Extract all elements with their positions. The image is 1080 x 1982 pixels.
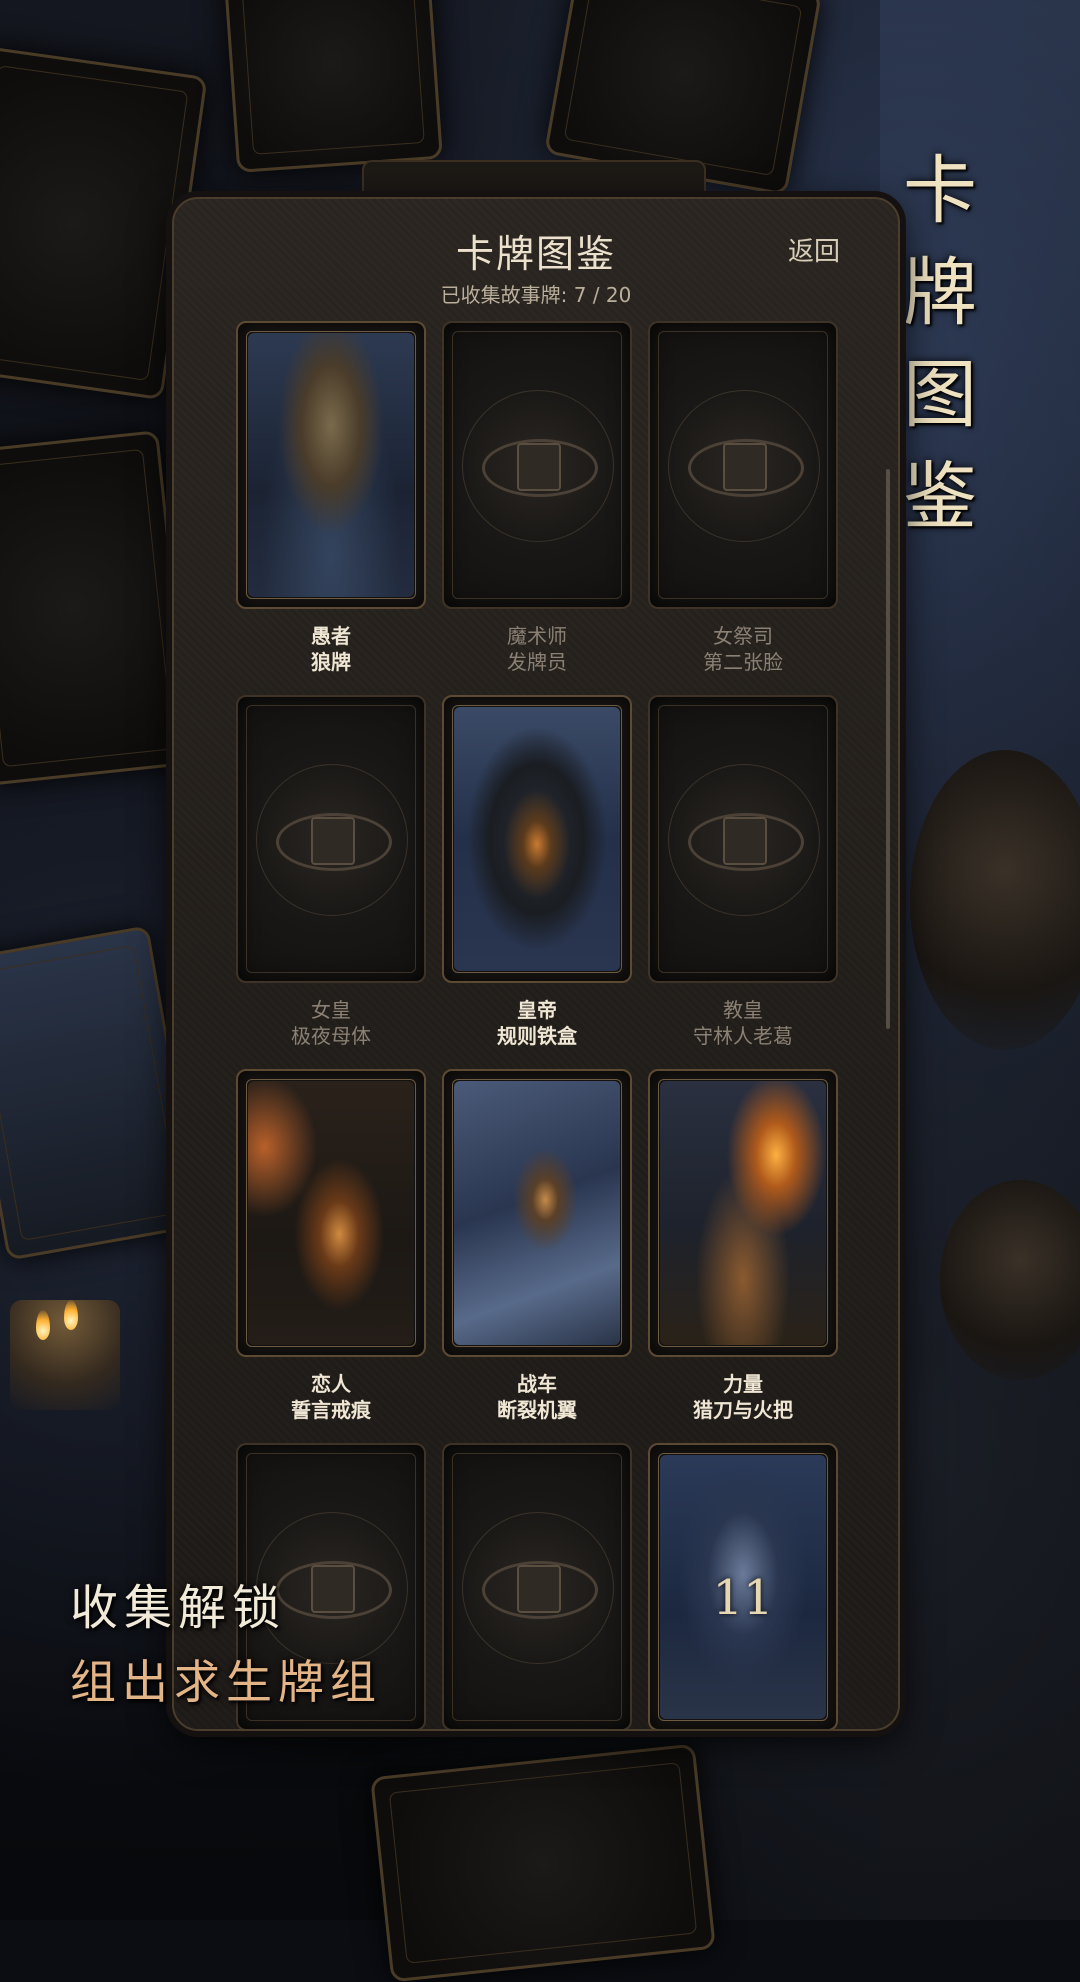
card-chariot[interactable]	[442, 1069, 632, 1357]
card-back-box-icon	[311, 817, 355, 865]
card-subtitle: 守林人老葛	[693, 1024, 793, 1048]
side-title-char: 牌	[903, 250, 977, 336]
promo-line-1: 收集解锁	[70, 1580, 287, 1636]
background-card	[370, 1743, 716, 1982]
card-name: 女皇	[311, 998, 351, 1022]
collection-progress: 已收集故事牌: 7 / 20	[440, 283, 632, 307]
card-name: 教皇	[723, 998, 763, 1022]
card-magician-locked[interactable]	[442, 321, 632, 609]
card-slot: 魔术师 发牌员	[442, 321, 632, 693]
side-title-char: 图	[903, 352, 977, 438]
card-slot: 女祭司 第二张脸	[648, 321, 838, 693]
card-locked[interactable]	[442, 1443, 632, 1729]
card-name: 战车	[517, 1372, 557, 1396]
card-back-box-icon	[311, 1565, 355, 1613]
card-emperor[interactable]	[442, 695, 632, 983]
side-title-char: 卡	[903, 148, 977, 234]
card-back-box-icon	[723, 817, 767, 865]
card-back-box-icon	[517, 1565, 561, 1613]
scrollbar[interactable]	[886, 469, 890, 1029]
card-art	[248, 333, 414, 597]
card-art	[454, 1081, 620, 1345]
side-title-char: 鉴	[903, 454, 977, 540]
card-slot: 女皇 极夜母体	[236, 695, 426, 1067]
card-subtitle: 第二张脸	[703, 650, 783, 674]
card-slot: 愚者 狼牌	[236, 321, 426, 693]
card-empress-locked[interactable]	[236, 695, 426, 983]
candle-flame-icon	[36, 1310, 50, 1340]
card-name: 魔术师	[507, 624, 567, 648]
card-high-priestess-locked[interactable]	[648, 321, 838, 609]
card-fool[interactable]	[236, 321, 426, 609]
card-subtitle: 发牌员	[507, 650, 567, 674]
card-name: 愚者	[311, 624, 351, 648]
card-back-box-icon	[723, 443, 767, 491]
card-lovers[interactable]	[236, 1069, 426, 1357]
back-button[interactable]: 返回	[788, 231, 840, 268]
card-name: 女祭司	[713, 624, 773, 648]
card-art	[660, 1081, 826, 1345]
card-strength[interactable]	[648, 1069, 838, 1357]
card-justice[interactable]: 11	[648, 1443, 838, 1729]
card-subtitle: 规则铁盒	[497, 1024, 577, 1048]
card-slot: 教皇 守林人老葛	[648, 695, 838, 1067]
card-slot	[442, 1443, 632, 1729]
side-title: 卡 牌 图 鉴	[895, 140, 985, 548]
card-codex-panel: 卡牌图鉴 返回 已收集故事牌: 7 / 20 愚者 狼牌 魔术师 发牌员 女祭司…	[172, 197, 900, 1731]
card-subtitle: 断裂机翼	[497, 1398, 577, 1422]
card-subtitle: 狼牌	[311, 650, 351, 674]
panel-top-tab	[362, 160, 706, 192]
card-slot: 力量 猎刀与火把	[648, 1069, 838, 1441]
card-numeral: 11	[712, 1570, 774, 1626]
card-name: 恋人	[311, 1372, 351, 1396]
card-subtitle: 誓言戒痕	[291, 1398, 371, 1422]
card-subtitle: 极夜母体	[291, 1024, 371, 1048]
card-art	[454, 707, 620, 971]
card-hierophant-locked[interactable]	[648, 695, 838, 983]
promo-line-2: 组出求生牌组	[70, 1655, 382, 1709]
background-card	[223, 0, 443, 173]
card-slot: 皇帝 规则铁盒	[442, 695, 632, 1067]
card-art	[248, 1081, 414, 1345]
card-slot: 战车 断裂机翼	[442, 1069, 632, 1441]
candle-flame-icon	[64, 1300, 78, 1330]
card-back-box-icon	[517, 443, 561, 491]
card-slot: 恋人 誓言戒痕	[236, 1069, 426, 1441]
card-name: 皇帝	[517, 998, 557, 1022]
card-subtitle: 猎刀与火把	[693, 1398, 793, 1422]
card-name: 力量	[723, 1372, 763, 1396]
card-slot: 11	[648, 1443, 838, 1729]
